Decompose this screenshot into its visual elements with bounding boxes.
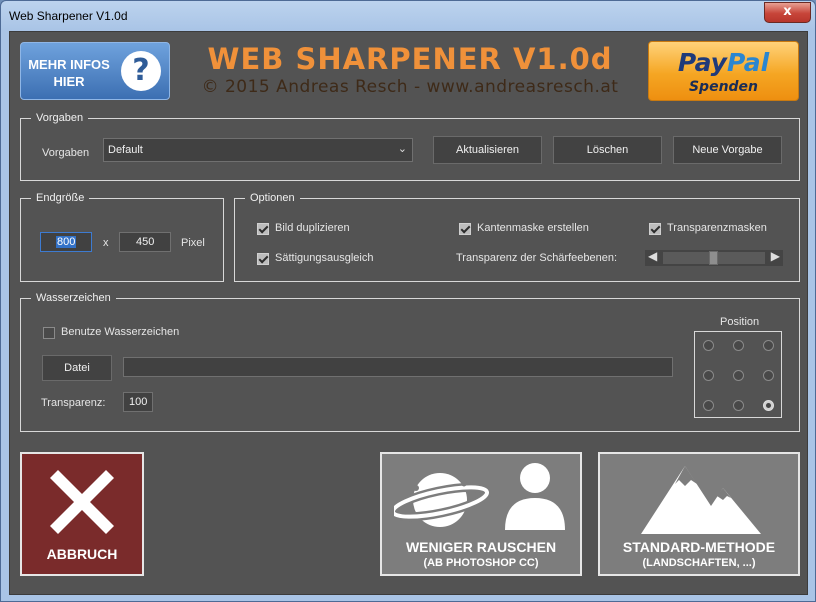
transparency-masks-checkbox[interactable]: [649, 223, 661, 235]
more-info-button[interactable]: MEHR INFOS HIER ?: [20, 42, 170, 100]
watermark-transparency-input[interactable]: 100: [123, 392, 153, 412]
position-radio-selected[interactable]: [763, 400, 774, 411]
endgroesse-group: Endgröße 800 x 450 Pixel: [20, 191, 224, 282]
standard-method-line2: (LANDSCHAFTEN, ...): [642, 557, 756, 569]
position-radio[interactable]: [763, 340, 774, 351]
standard-method-button[interactable]: STANDARD-METHODE (LANDSCHAFTEN, ...): [598, 452, 800, 576]
watermark-transparency-label: Transparenz:: [41, 397, 106, 409]
position-radio[interactable]: [703, 370, 714, 381]
duplicate-image-label: Bild duplizieren: [275, 222, 350, 234]
vorgaben-field-label: Vorgaben: [42, 147, 90, 159]
height-value: 450: [136, 236, 155, 248]
person-icon: [505, 463, 565, 530]
app-subtitle: © 2015 Andreas Resch - www.andreasresch.…: [201, 77, 619, 97]
position-radio[interactable]: [733, 370, 744, 381]
file-button[interactable]: Datei: [42, 355, 112, 381]
cancel-button[interactable]: ABBRUCH: [20, 452, 144, 576]
vorgaben-group-label: Vorgaben: [31, 111, 89, 125]
optionen-group-label: Optionen: [245, 191, 300, 205]
close-x-icon: [50, 470, 114, 534]
size-unit-label: Pixel: [181, 237, 205, 249]
width-input[interactable]: 800: [40, 232, 92, 252]
saturation-checkbox[interactable]: [257, 253, 269, 265]
planet-icon: [394, 473, 492, 527]
paypal-logo: PayPal: [649, 48, 798, 77]
chevron-down-icon: ⌄: [397, 143, 407, 155]
edge-mask-label: Kantenmaske erstellen: [477, 222, 589, 234]
slider-thumb[interactable]: [709, 251, 718, 265]
width-value: 800: [56, 236, 77, 248]
less-noise-line2: (AB PHOTOSHOP CC): [423, 557, 539, 569]
position-radio[interactable]: [733, 400, 744, 411]
more-info-line2: HIER: [53, 74, 85, 89]
watermark-transparency-value: 100: [129, 396, 148, 408]
close-button[interactable]: x: [764, 2, 811, 23]
duplicate-image-checkbox[interactable]: [257, 223, 269, 235]
position-label: Position: [720, 316, 760, 328]
use-watermark-checkbox[interactable]: [43, 327, 55, 339]
wasserzeichen-group-label: Wasserzeichen: [31, 291, 116, 305]
use-watermark-label: Benutze Wasserzeichen: [61, 326, 180, 338]
vorgaben-selected: Default: [108, 144, 143, 156]
sharpen-layer-transparency-label: Transparenz der Schärfeebenen:: [456, 252, 618, 264]
position-radio[interactable]: [703, 400, 714, 411]
position-grid: [694, 331, 782, 418]
size-separator: x: [103, 237, 109, 249]
less-noise-line1: WENIGER RAUSCHEN: [405, 539, 557, 555]
less-noise-button[interactable]: WENIGER RAUSCHEN (AB PHOTOSHOP CC): [380, 452, 582, 576]
wasserzeichen-group: Wasserzeichen Benutze Wasserzeichen Date…: [20, 291, 800, 432]
endgroesse-group-label: Endgröße: [31, 191, 90, 205]
edge-mask-checkbox[interactable]: [459, 223, 471, 235]
position-radio[interactable]: [733, 340, 744, 351]
vorgaben-group: Vorgaben Vorgaben Default ⌄ Aktualisiere…: [20, 111, 800, 181]
saturation-label: Sättigungsausgleich: [275, 252, 374, 264]
vorgaben-select[interactable]: Default ⌄: [103, 138, 413, 162]
position-radio[interactable]: [703, 340, 714, 351]
sharpen-transparency-slider[interactable]: ◀ ▶: [645, 249, 783, 266]
optionen-group: Optionen Bild duplizieren Kantenmaske er…: [234, 191, 800, 282]
new-preset-button[interactable]: Neue Vorgabe: [673, 136, 782, 164]
paypal-donate-button[interactable]: PayPal Spenden: [648, 41, 799, 101]
more-info-line1: MEHR INFOS: [28, 57, 110, 72]
paypal-caption: Spenden: [688, 79, 759, 95]
app-window: Web Sharpener V1.0d x MEHR INFOS HIER ? …: [0, 0, 816, 602]
mountain-icon: [641, 466, 761, 534]
window-title: Web Sharpener V1.0d: [9, 9, 128, 23]
file-path-field[interactable]: [123, 357, 673, 377]
app-title: WEB SHARPENER V1.0d: [207, 42, 613, 76]
paypal-logo-pal: Pal: [726, 48, 770, 77]
transparency-masks-label: Transparenzmasken: [667, 222, 767, 234]
delete-button[interactable]: Löschen: [553, 136, 662, 164]
position-radio[interactable]: [763, 370, 774, 381]
title-bar[interactable]: Web Sharpener V1.0d x: [1, 1, 815, 31]
slider-right-arrow-icon[interactable]: ▶: [771, 249, 780, 263]
update-button[interactable]: Aktualisieren: [433, 136, 542, 164]
cancel-label: ABBRUCH: [46, 546, 118, 562]
slider-left-arrow-icon[interactable]: ◀: [648, 249, 657, 263]
client-area: MEHR INFOS HIER ? WEB SHARPENER V1.0d © …: [9, 31, 808, 595]
paypal-logo-pay: Pay: [677, 48, 727, 77]
height-input[interactable]: 450: [119, 232, 171, 252]
question-icon: ?: [121, 51, 161, 91]
standard-method-line1: STANDARD-METHODE: [622, 539, 776, 555]
